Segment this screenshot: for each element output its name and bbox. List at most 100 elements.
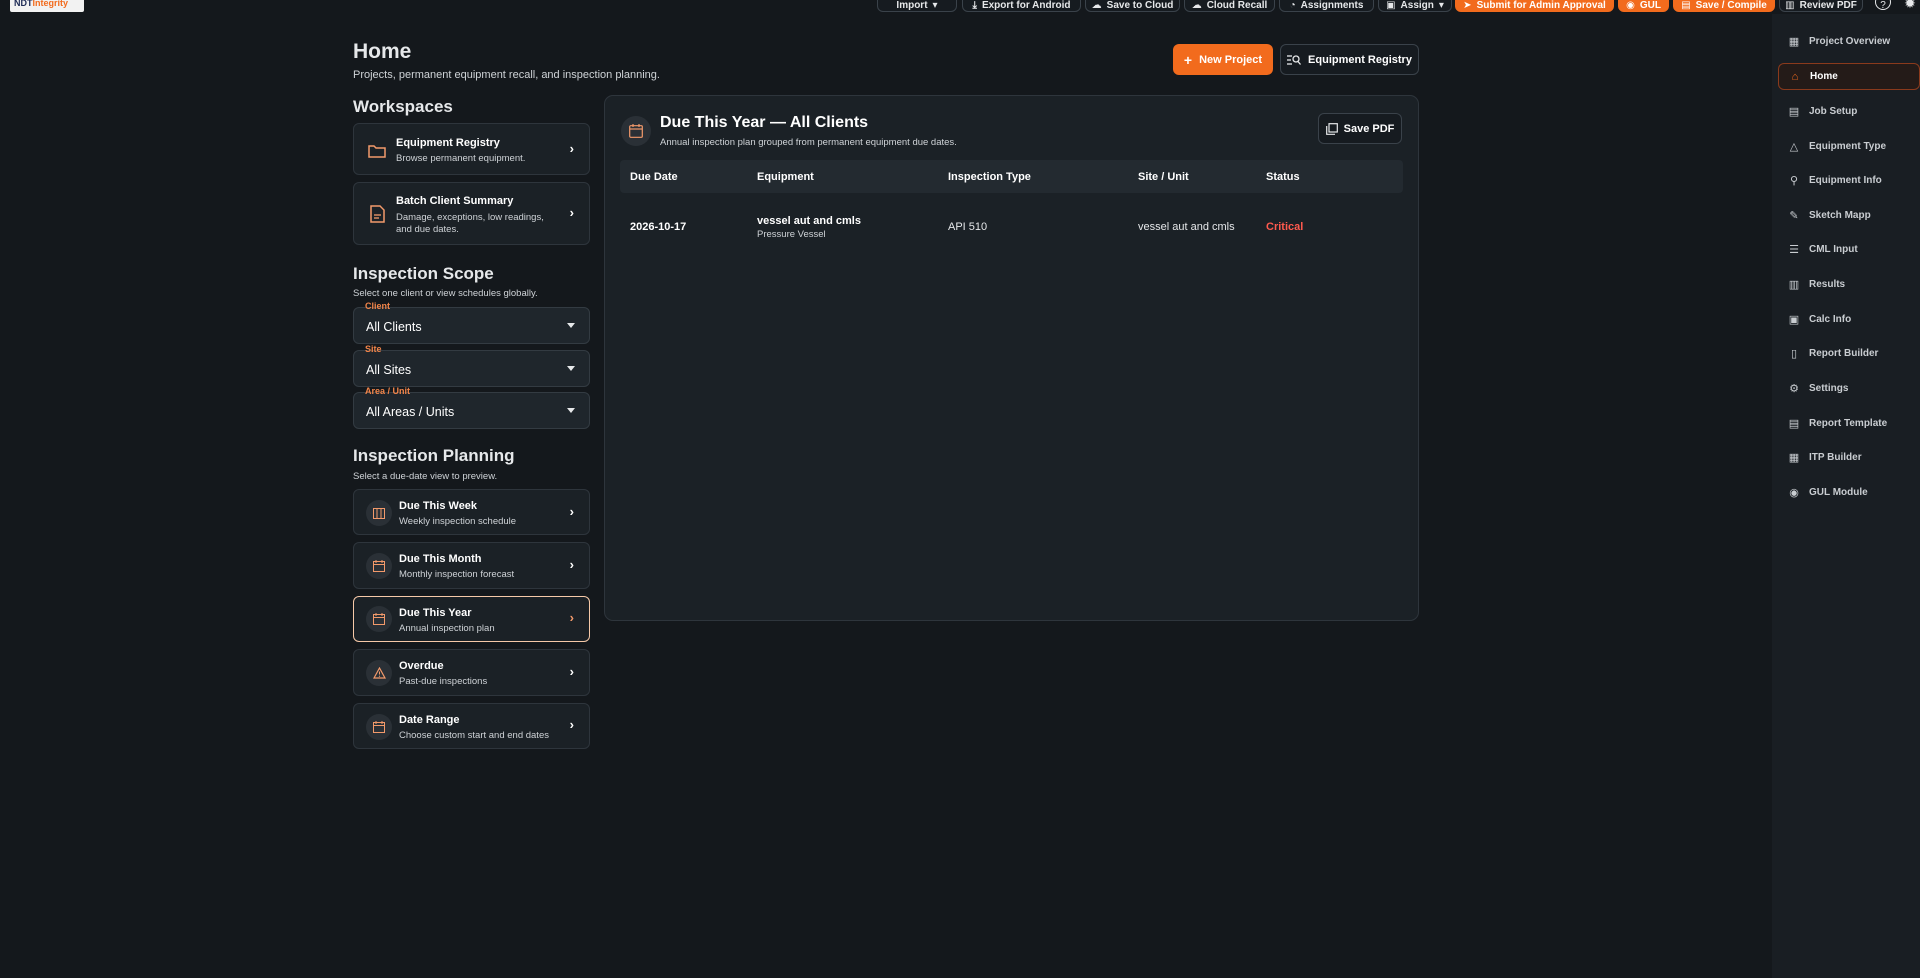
submit-admin-approval-button[interactable]: ➤ Submit for Admin Approval: [1455, 0, 1614, 12]
equipment-cell: vessel aut and cmls: [757, 215, 861, 227]
column-header[interactable]: Inspection Type: [948, 171, 1031, 183]
column-header[interactable]: Due Date: [630, 171, 678, 183]
inspection-type-cell: API 510: [948, 221, 988, 233]
people-icon: ▣: [1386, 0, 1396, 11]
caret-down-icon: [567, 366, 575, 371]
signal-icon: ◉: [1789, 487, 1799, 499]
calendar-icon: [366, 606, 392, 632]
chevron-right-icon: ›: [569, 557, 574, 572]
nav-item-equipment-type[interactable]: △ Equipment Type: [1778, 133, 1920, 160]
client-select[interactable]: Client All Clients: [353, 301, 590, 344]
nav-item-results[interactable]: ▥ Results: [1778, 271, 1920, 298]
review-pdf-button[interactable]: ▥ Review PDF: [1779, 0, 1863, 12]
calendar-icon: [621, 116, 651, 146]
site-select[interactable]: Site All Sites: [353, 344, 590, 387]
table-header: Due Date Equipment Inspection Type Site …: [620, 160, 1403, 193]
workspace-equipment-registry[interactable]: Equipment Registry Browse permanent equi…: [353, 123, 590, 175]
column-header[interactable]: Status: [1266, 171, 1300, 183]
assignments-button[interactable]: ◔ Assignments: [1279, 0, 1374, 12]
plan-title: Date Range: [399, 714, 460, 726]
calendar-icon: [366, 714, 392, 740]
due-this-year-panel: Due This Year — All Clients Annual inspe…: [604, 95, 1419, 621]
plan-desc: Annual inspection plan: [399, 623, 495, 634]
gul-button[interactable]: ◉ GUL: [1618, 0, 1669, 12]
plan-due-this-year[interactable]: Due This Year Annual inspection plan ›: [353, 596, 590, 642]
plan-desc: Weekly inspection schedule: [399, 516, 517, 527]
import-button[interactable]: Import ▾: [877, 0, 957, 12]
nav-item-home[interactable]: ⌂ Home: [1778, 63, 1920, 90]
cloud-download-icon: ☁: [1191, 0, 1202, 11]
nav-item-settings[interactable]: ⚙ Settings: [1778, 375, 1920, 402]
help-icon[interactable]: ?: [1875, 0, 1891, 11]
chevron-right-icon: ›: [569, 610, 574, 625]
inspection-scope-title: Inspection Scope: [353, 264, 494, 283]
nav-item-job-setup[interactable]: ▤ Job Setup: [1778, 98, 1920, 125]
download-icon: ⤓: [972, 0, 977, 11]
cloud-upload-icon: ☁: [1091, 0, 1102, 11]
gear-icon: ⚙: [1789, 383, 1799, 395]
page-subtitle: Projects, permanent equipment recall, an…: [353, 69, 660, 81]
table-row[interactable]: 2026-10-17 vessel aut and cmls Pressure …: [620, 209, 1403, 249]
workspace-batch-client-summary[interactable]: Batch Client Summary Damage, exceptions,…: [353, 182, 590, 245]
page-title: Home: [353, 40, 412, 63]
home-icon: ⌂: [1791, 70, 1799, 83]
template-icon: ▤: [1788, 418, 1800, 430]
client-value: All Clients: [366, 320, 422, 334]
plan-desc: Past-due inspections: [399, 676, 488, 687]
export-android-button[interactable]: ⤓ Export for Android: [962, 0, 1081, 12]
workspace-desc: Browse permanent equipment.: [396, 153, 526, 164]
plan-due-this-month[interactable]: Due This Month Monthly inspection foreca…: [353, 542, 590, 589]
equipment-registry-button[interactable]: Equipment Registry: [1280, 44, 1419, 75]
plan-overdue[interactable]: Overdue Past-due inspections ›: [353, 649, 590, 696]
blocks-icon: ▦: [1788, 452, 1800, 464]
new-project-button[interactable]: + New Project: [1173, 44, 1273, 75]
column-header[interactable]: Equipment: [757, 171, 814, 183]
nav-item-project-overview[interactable]: ▦ Project Overview: [1778, 28, 1920, 55]
cloud-recall-button[interactable]: ☁ Cloud Recall: [1184, 0, 1275, 12]
shapes-icon: △: [1789, 141, 1799, 153]
chevron-right-icon: ›: [569, 664, 574, 679]
panel-title: Due This Year — All Clients: [660, 114, 869, 131]
chart-icon: ▥: [1788, 279, 1800, 291]
inspection-planning-subtitle: Select a due-date view to preview.: [353, 471, 498, 482]
site-label: Site: [365, 344, 382, 354]
app-logo[interactable]: NDTIntegrity: [10, 0, 84, 12]
assign-button[interactable]: ▣ Assign ▾: [1378, 0, 1452, 12]
chevron-right-icon: ›: [569, 205, 574, 220]
calendar-icon: [366, 553, 392, 579]
warning-icon: [366, 660, 392, 686]
save-to-cloud-button[interactable]: ☁ Save to Cloud: [1085, 0, 1180, 12]
due-date-cell: 2026-10-17: [630, 221, 687, 233]
nav-item-equipment-info[interactable]: ⚲ Equipment Info: [1778, 167, 1920, 194]
chevron-right-icon: ›: [569, 141, 574, 156]
plus-icon: +: [1183, 51, 1193, 68]
area-unit-select[interactable]: Area / Unit All Areas / Units: [353, 386, 590, 429]
caret-down-icon: [567, 323, 575, 328]
status-badge: Critical: [1266, 221, 1304, 233]
area-unit-label: Area / Unit: [365, 386, 411, 396]
chevron-down-icon: ▾: [932, 0, 938, 11]
plan-title: Overdue: [399, 660, 444, 672]
folder-icon: [366, 139, 388, 161]
document-icon: [366, 203, 388, 225]
calendar-week-icon: [366, 500, 392, 526]
chevron-right-icon: ›: [569, 504, 574, 519]
right-sidebar: ▦ Project Overview ⌂ Home ▤ Job Setup △ Equi…: [1772, 14, 1920, 978]
save-compile-button[interactable]: ▤ Save / Compile: [1673, 0, 1775, 12]
plan-date-range[interactable]: Date Range Choose custom start and end d…: [353, 703, 590, 749]
nav-item-gul-module[interactable]: ◉ GUL Module: [1778, 479, 1920, 506]
site-unit-cell: vessel aut and cmls: [1138, 221, 1235, 233]
nav-item-calc-info[interactable]: ▣ Calc Info: [1778, 306, 1920, 333]
save-pdf-button[interactable]: Save PDF: [1318, 113, 1402, 144]
caret-down-icon: [567, 408, 575, 413]
nav-item-report-builder[interactable]: ▯ Report Builder: [1778, 340, 1920, 367]
nav-item-sketch-mapp[interactable]: ✎ Sketch Mapp: [1778, 202, 1920, 229]
equipment-type-cell: Pressure Vessel: [757, 229, 826, 240]
theme-toggle-icon[interactable]: ✹: [1902, 0, 1918, 11]
plan-due-this-week[interactable]: Due This Week Weekly inspection schedule…: [353, 489, 590, 535]
nav-item-cml-input[interactable]: ☰ CML Input: [1778, 236, 1920, 263]
nav-item-itp-builder[interactable]: ▦ ITP Builder: [1778, 444, 1920, 471]
column-header[interactable]: Site / Unit: [1138, 171, 1189, 183]
nav-item-report-template[interactable]: ▤ Report Template: [1778, 410, 1920, 437]
pdf-icon: [1325, 122, 1338, 135]
